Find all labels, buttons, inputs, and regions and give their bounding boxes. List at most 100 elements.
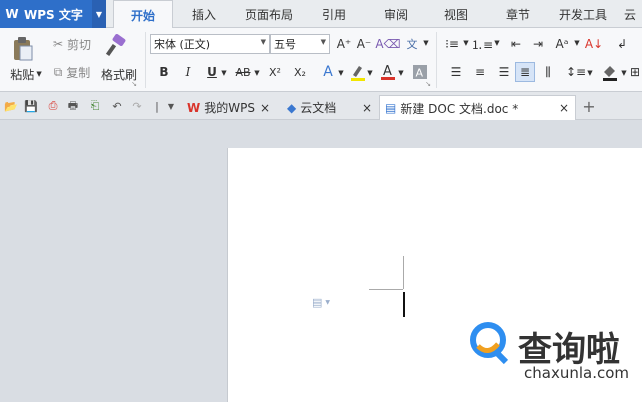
save-icon[interactable]: 💾: [23, 98, 39, 114]
distribute-icon[interactable]: ⫼: [538, 62, 558, 82]
paragraph-layout-icon[interactable]: ▤ ▼: [312, 296, 330, 309]
copy-label: 复制: [66, 65, 91, 80]
menu-tab-references[interactable]: 引用: [310, 0, 358, 28]
chevron-down-icon[interactable]: ▼: [493, 38, 501, 48]
chevron-down-icon[interactable]: ▼: [397, 68, 405, 78]
font-size-select[interactable]: 五号 ▼: [270, 34, 330, 54]
menu-bar: W WPS 文字 ▼ 开始 插入 页面布局 引用 审阅 视图 章节 开发工具 云: [0, 0, 642, 29]
chevron-down-icon[interactable]: ▼: [337, 68, 345, 78]
menu-tab-insert[interactable]: 插入: [180, 0, 228, 28]
close-icon[interactable]: ×: [559, 101, 569, 115]
undo-icon[interactable]: ↶: [109, 98, 125, 114]
font-name-value: 宋体 (正文): [154, 38, 211, 51]
bold-button[interactable]: B: [154, 62, 174, 82]
font-color-button[interactable]: A: [378, 62, 398, 82]
copy-button[interactable]: ⧉ 复制: [50, 64, 94, 80]
sort-icon[interactable]: A↓: [584, 34, 604, 54]
cut-label: 剪切: [67, 37, 92, 52]
tab-my-wps[interactable]: W 我的WPS ×: [182, 95, 276, 120]
tab-bar: 📂 💾 ⎙ 🖶 ⎗ ↶ ↷ | ▼ W 我的WPS × ◆ 云文档 × ▤ 新建…: [0, 92, 642, 120]
customize-toolbar-icon[interactable]: ▼: [163, 98, 179, 114]
print-icon[interactable]: 🖶: [65, 98, 81, 114]
clear-format-icon[interactable]: A⌫: [375, 34, 400, 54]
strikethrough-button[interactable]: AB: [232, 62, 254, 82]
font-launcher-icon[interactable]: ↘: [424, 80, 432, 88]
paste-button[interactable]: 粘贴 ▼: [6, 66, 46, 82]
svg-text:A: A: [383, 64, 392, 79]
shading-icon[interactable]: [600, 62, 620, 82]
app-title: WPS 文字: [24, 7, 83, 22]
chevron-down-icon[interactable]: ▼: [620, 68, 628, 78]
chevron-down-icon[interactable]: ▼: [573, 38, 581, 48]
doc-icon: ▤: [385, 101, 397, 115]
underline-button[interactable]: U: [202, 62, 222, 82]
wps-logo-icon: W: [187, 100, 201, 115]
divider: [436, 32, 437, 88]
show-marks-icon[interactable]: ↲: [612, 34, 632, 54]
menu-tab-home[interactable]: 开始: [113, 0, 173, 29]
bullets-icon[interactable]: ⁝≡: [442, 34, 462, 54]
chevron-down-icon[interactable]: ▼: [462, 38, 470, 48]
export-pdf-icon[interactable]: ⎙: [45, 98, 61, 114]
highlight-icon[interactable]: [348, 62, 368, 82]
menu-tab-review[interactable]: 审阅: [372, 0, 420, 28]
align-center-icon[interactable]: ≡: [470, 62, 490, 82]
menu-tab-chapter[interactable]: 章节: [494, 0, 542, 28]
char-shading-icon[interactable]: A: [410, 62, 430, 82]
decrease-indent-icon[interactable]: ⇤: [506, 34, 526, 54]
chevron-down-icon[interactable]: ▼: [92, 0, 106, 28]
print-preview-icon[interactable]: ⎗: [87, 98, 103, 114]
cut-button[interactable]: ✂ 剪切: [50, 36, 94, 52]
tab-label: 新建 DOC 文档.doc *: [400, 101, 519, 116]
menu-tab-developer[interactable]: 开发工具: [552, 0, 614, 28]
grow-font-button[interactable]: A⁺: [334, 34, 354, 54]
shrink-font-button[interactable]: A⁻: [354, 34, 374, 54]
chevron-down-icon[interactable]: ▼: [220, 68, 228, 78]
close-icon[interactable]: ×: [260, 101, 270, 115]
chevron-down-icon: ▼: [260, 38, 266, 46]
close-icon[interactable]: ×: [362, 101, 372, 115]
menu-tab-cloud[interactable]: 云: [618, 0, 642, 28]
svg-text:A: A: [416, 67, 424, 80]
divider: [145, 32, 146, 88]
menu-tab-view[interactable]: 视图: [432, 0, 480, 28]
paste-icon[interactable]: [8, 34, 38, 64]
wps-logo-icon: W: [5, 7, 19, 21]
tab-label: 云文档: [300, 101, 337, 115]
superscript-button[interactable]: X²: [265, 62, 285, 82]
chevron-down-icon[interactable]: ▼: [422, 38, 430, 48]
change-case-icon[interactable]: Aᵃ: [552, 34, 572, 54]
line-spacing-icon[interactable]: ↕≡: [566, 62, 586, 82]
paste-label: 粘贴: [10, 67, 35, 82]
redo-icon[interactable]: ↷: [129, 98, 145, 114]
chevron-down-icon[interactable]: ▼: [586, 68, 594, 78]
ribbon-home: 粘贴 ▼ ✂ 剪切 ⧉ 复制 格式刷 ↘ 宋体 (正文) ▼ 五号 ▼ A⁺ A⁻ A⌫ …: [0, 28, 642, 92]
tab-cloud-docs[interactable]: ◆ 云文档 ×: [282, 95, 378, 120]
align-right-icon[interactable]: ☰: [494, 62, 514, 82]
numbering-icon[interactable]: ⒈≡: [471, 34, 493, 54]
new-tab-button[interactable]: +: [581, 96, 597, 116]
justify-icon[interactable]: ≣: [515, 62, 535, 82]
format-painter-icon[interactable]: [103, 32, 129, 60]
watermark-url: chaxunla.com: [524, 364, 629, 382]
chevron-down-icon[interactable]: ▼: [366, 68, 374, 78]
chevron-down-icon[interactable]: ▼: [253, 68, 261, 78]
align-left-icon[interactable]: ☰: [446, 62, 466, 82]
app-menu-button[interactable]: W WPS 文字 ▼: [0, 0, 106, 28]
text-effect-button[interactable]: A: [318, 62, 338, 82]
menu-tab-page-layout[interactable]: 页面布局: [236, 0, 302, 28]
font-name-select[interactable]: 宋体 (正文) ▼: [150, 34, 270, 54]
phonetic-guide-icon[interactable]: 文: [402, 34, 422, 54]
increase-indent-icon[interactable]: ⇥: [528, 34, 548, 54]
borders-icon[interactable]: ⊞: [628, 62, 642, 82]
margin-corner-mark: [403, 256, 404, 289]
tab-active-document[interactable]: ▤ 新建 DOC 文档.doc * ×: [379, 95, 576, 120]
cube-icon: ◆: [287, 100, 297, 115]
subscript-button[interactable]: X₂: [290, 62, 310, 82]
chevron-down-icon: ▼: [320, 38, 326, 46]
open-folder-icon[interactable]: 📂: [3, 98, 19, 114]
margin-corner-mark: [369, 289, 403, 290]
text-cursor: [403, 292, 405, 317]
italic-button[interactable]: I: [178, 62, 198, 82]
clipboard-launcher-icon[interactable]: ↘: [130, 80, 138, 88]
